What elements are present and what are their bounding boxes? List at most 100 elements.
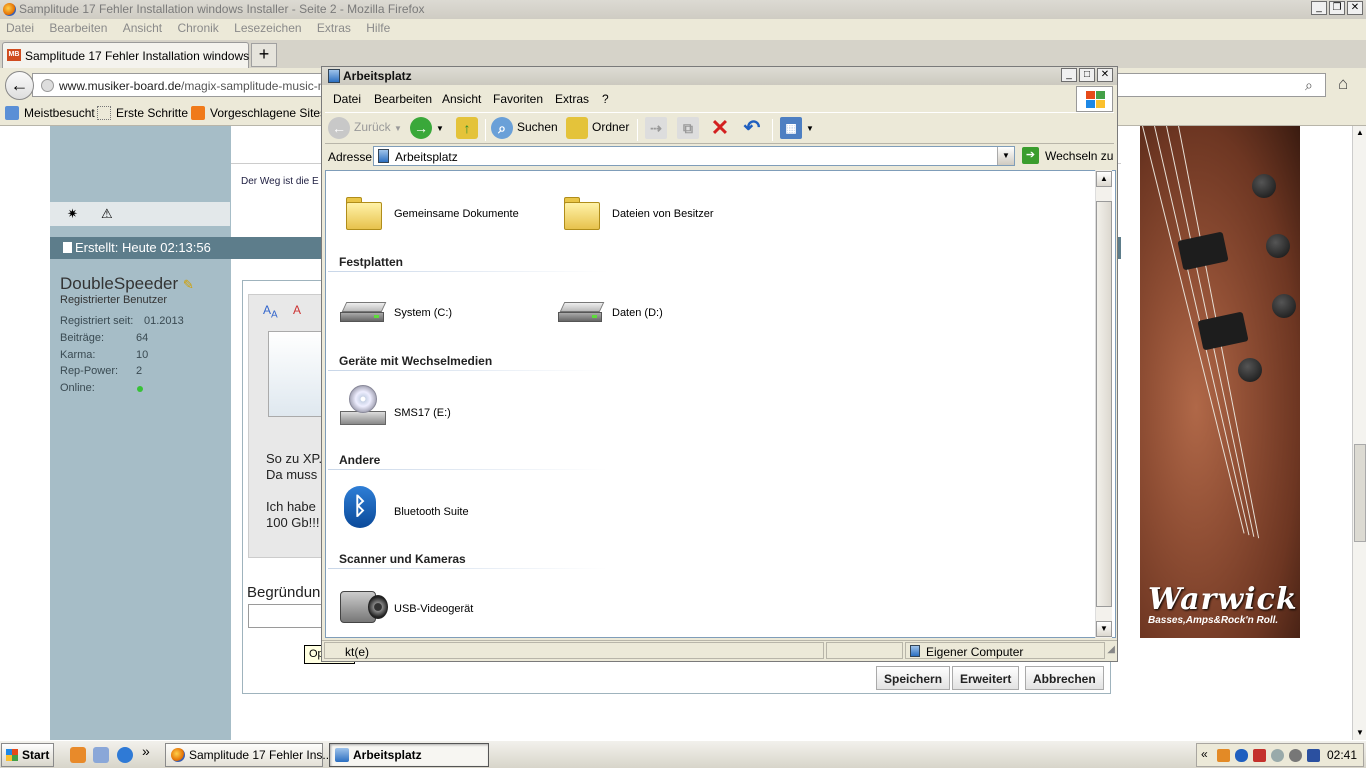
save-button[interactable]: Speichern	[876, 666, 951, 690]
reason-input[interactable]	[248, 604, 323, 628]
stat-key: Online:	[60, 382, 95, 394]
bookmark-meistbesucht[interactable]: Meistbesucht	[5, 106, 95, 120]
menu-extras[interactable]: Extras	[311, 19, 357, 37]
window-controls: _ ❐ ✕	[1311, 1, 1363, 15]
cancel-button[interactable]: Abbrechen	[1025, 666, 1104, 690]
menu-datei[interactable]: Datei	[0, 19, 40, 37]
chevron-down-icon[interactable]: ▼	[436, 124, 444, 133]
taskbar: Start » Samplitude 17 Fehler Ins... Arbe…	[0, 740, 1366, 768]
menu-extras[interactable]: Extras	[555, 92, 589, 106]
taskbar-item-arbeitsplatz[interactable]: Arbeitsplatz	[329, 743, 489, 767]
remove-format-icon[interactable]: A	[293, 303, 301, 317]
home-icon[interactable]: ⌂	[1338, 74, 1358, 94]
maximize-icon[interactable]: □	[1079, 68, 1095, 82]
close-icon[interactable]: ✕	[1097, 68, 1113, 82]
minimize-icon[interactable]: _	[1061, 68, 1077, 82]
group-heading: Festplatten	[339, 255, 404, 269]
scrollbar-thumb[interactable]	[1096, 201, 1112, 607]
undo-button[interactable]: ↶	[741, 117, 767, 141]
network-icon[interactable]	[1271, 749, 1284, 762]
my-computer-icon	[378, 149, 389, 163]
folders-button[interactable]: Ordner	[566, 117, 629, 141]
start-button[interactable]: Start	[1, 743, 54, 767]
clock: 02:41	[1326, 748, 1357, 762]
star-icon[interactable]: ✷	[67, 206, 78, 222]
scrollbar-thumb[interactable]	[1354, 444, 1366, 542]
quicklaunch-more-icon[interactable]: »	[142, 743, 158, 759]
address-input[interactable]: Arbeitsplatz ▼	[373, 146, 1015, 166]
page-icon	[97, 106, 111, 120]
volume-icon[interactable]	[1289, 749, 1302, 762]
forward-button[interactable]: → ▼	[410, 117, 444, 141]
bluetooth-icon[interactable]	[1235, 749, 1248, 762]
restore-icon[interactable]: ❐	[1329, 1, 1345, 15]
url-domain: www.musiker-board.de	[59, 79, 182, 93]
menu-help[interactable]: ?	[602, 92, 609, 106]
tray-app-icon[interactable]	[1217, 749, 1230, 762]
move-to-button[interactable]: ⇢	[645, 117, 671, 141]
minimize-icon[interactable]: _	[1311, 1, 1327, 15]
bookmark-vorgeschlagene-sites[interactable]: Vorgeschlagene Sites	[191, 106, 326, 120]
internet-explorer-icon[interactable]	[117, 747, 133, 763]
document-icon	[63, 242, 72, 253]
quicklaunch-app-icon[interactable]	[93, 747, 109, 763]
tray-expand-icon[interactable]: «	[1201, 747, 1208, 761]
close-icon[interactable]: ✕	[1347, 1, 1363, 15]
menu-hilfe[interactable]: Hilfe	[360, 19, 396, 37]
warwick-ad-banner[interactable]: Warwick Basses,Amps&Rock'n Roll.	[1140, 126, 1300, 638]
quicklaunch-app-icon[interactable]	[70, 747, 86, 763]
address-value: Arbeitsplatz	[395, 150, 458, 164]
chevron-down-icon[interactable]: ▼	[997, 147, 1014, 165]
group-heading: Scanner und Kameras	[339, 552, 466, 566]
views-button[interactable]: ▦ ▼	[780, 117, 814, 141]
menu-bearbeiten[interactable]: Bearbeiten	[374, 92, 432, 106]
menu-lesezeichen[interactable]: Lesezeichen	[228, 19, 307, 37]
advanced-button[interactable]: Erweitert	[952, 666, 1020, 690]
menu-bearbeiten[interactable]: Bearbeiten	[43, 19, 113, 37]
warning-icon[interactable]: ⚠	[101, 206, 113, 222]
firefox-title-bar: Samplitude 17 Fehler Installation window…	[0, 0, 1366, 19]
explorer-menu-bar: Datei Bearbeiten Ansicht Favoriten Extra…	[325, 88, 1114, 110]
copy-to-button[interactable]: ⧉	[677, 117, 703, 141]
chevron-down-icon[interactable]: ▼	[806, 124, 814, 133]
menu-chronik[interactable]: Chronik	[171, 19, 224, 37]
menu-ansicht[interactable]: Ansicht	[442, 92, 481, 106]
chevron-down-icon[interactable]: ▼	[394, 124, 402, 133]
attached-screenshot[interactable]	[268, 331, 323, 417]
browser-tab[interactable]: MB Samplitude 17 Fehler Installation win…	[2, 42, 272, 68]
menu-ansicht[interactable]: Ansicht	[117, 19, 168, 37]
battery-icon[interactable]	[1307, 749, 1320, 762]
stat-key: Karma:	[60, 349, 96, 361]
bookmark-erste-schritte[interactable]: Erste Schritte	[97, 106, 188, 120]
scroll-up-icon[interactable]: ▲	[1096, 171, 1112, 187]
copy-to-icon: ⧉	[677, 117, 699, 139]
explorer-scrollbar[interactable]: ▲ ▼	[1095, 170, 1112, 638]
scroll-down-icon[interactable]: ▼	[1096, 621, 1112, 637]
page-scrollbar[interactable]: ▲ ▼	[1352, 126, 1366, 740]
up-folder-button[interactable]: ↑	[456, 117, 482, 141]
search-icon[interactable]: ⌕	[1305, 77, 1321, 93]
online-status-icon	[137, 386, 143, 392]
search-button[interactable]: ⌕ Suchen	[491, 117, 558, 141]
taskbar-item-firefox[interactable]: Samplitude 17 Fehler Ins...	[165, 743, 332, 767]
video-camera-icon	[340, 585, 388, 627]
username[interactable]: DoubleSpeeder ✎	[60, 274, 194, 294]
stat-key: Rep-Power:	[60, 365, 119, 377]
folder-icon	[566, 117, 588, 139]
go-arrow-icon: ➔	[1022, 147, 1039, 164]
edit-pencil-icon[interactable]: ✎	[183, 277, 194, 292]
delete-button[interactable]: ✕	[709, 117, 735, 141]
back-button[interactable]: ← Zurück ▼	[328, 117, 402, 141]
bookmark-label: Erste Schritte	[116, 106, 189, 120]
scroll-down-icon[interactable]: ▼	[1353, 726, 1366, 740]
scroll-up-icon[interactable]: ▲	[1353, 126, 1366, 140]
new-tab-button[interactable]: +	[251, 43, 277, 67]
font-size-icon[interactable]: AA	[263, 303, 278, 320]
post-line: 100 Gb!!!	[266, 515, 320, 530]
menu-datei[interactable]: Datei	[333, 92, 361, 106]
group-heading: Geräte mit Wechselmedien	[339, 354, 493, 368]
menu-favoriten[interactable]: Favoriten	[493, 92, 543, 106]
security-shield-icon[interactable]	[1253, 749, 1266, 762]
back-button[interactable]: ←	[5, 71, 34, 100]
resize-grip-icon[interactable]: ◢	[1107, 644, 1115, 655]
